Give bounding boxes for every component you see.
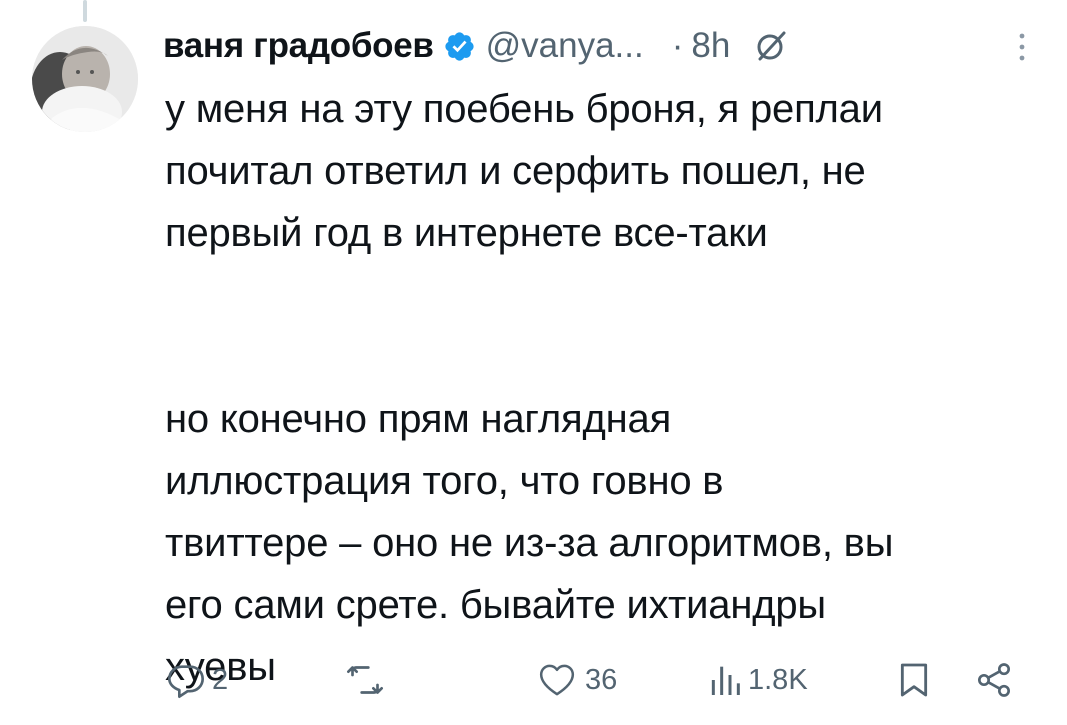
- views-count: 1.8K: [748, 663, 808, 696]
- share-icon: [978, 663, 1010, 697]
- avatar[interactable]: [32, 26, 138, 132]
- bookmark-button[interactable]: [896, 654, 932, 706]
- like-button[interactable]: 36: [535, 654, 617, 706]
- views-icon: [711, 666, 740, 695]
- tweet-body-text: у меня на эту поебень броня, я реплаи по…: [165, 87, 894, 689]
- reply-count: 2: [212, 663, 229, 696]
- more-options-icon[interactable]: [1012, 30, 1032, 64]
- separator-dot: ·: [671, 26, 684, 65]
- thread-connector-line: [83, 0, 87, 22]
- tweet-action-bar: 2 36 1.8K: [162, 654, 1032, 706]
- tweet-timestamp[interactable]: 8h: [691, 26, 730, 66]
- author-display-name[interactable]: ваня градобоев: [163, 26, 434, 66]
- share-button[interactable]: [974, 654, 1014, 706]
- heart-icon: [539, 664, 575, 696]
- verified-badge-icon: [445, 31, 474, 61]
- retweet-button[interactable]: [344, 654, 392, 706]
- bookmark-icon: [900, 663, 928, 697]
- profile-photo-icon: [32, 26, 138, 132]
- reply-button[interactable]: 2: [166, 654, 228, 706]
- views-button[interactable]: 1.8K: [708, 654, 808, 706]
- retweet-icon: [347, 666, 383, 694]
- like-count: 36: [585, 663, 618, 696]
- author-handle[interactable]: @vanya...: [486, 26, 644, 66]
- reply-icon: [168, 665, 205, 698]
- grok-icon[interactable]: [754, 29, 788, 63]
- tweet-header: ваня градобоев @vanya... · 8h: [163, 18, 1043, 74]
